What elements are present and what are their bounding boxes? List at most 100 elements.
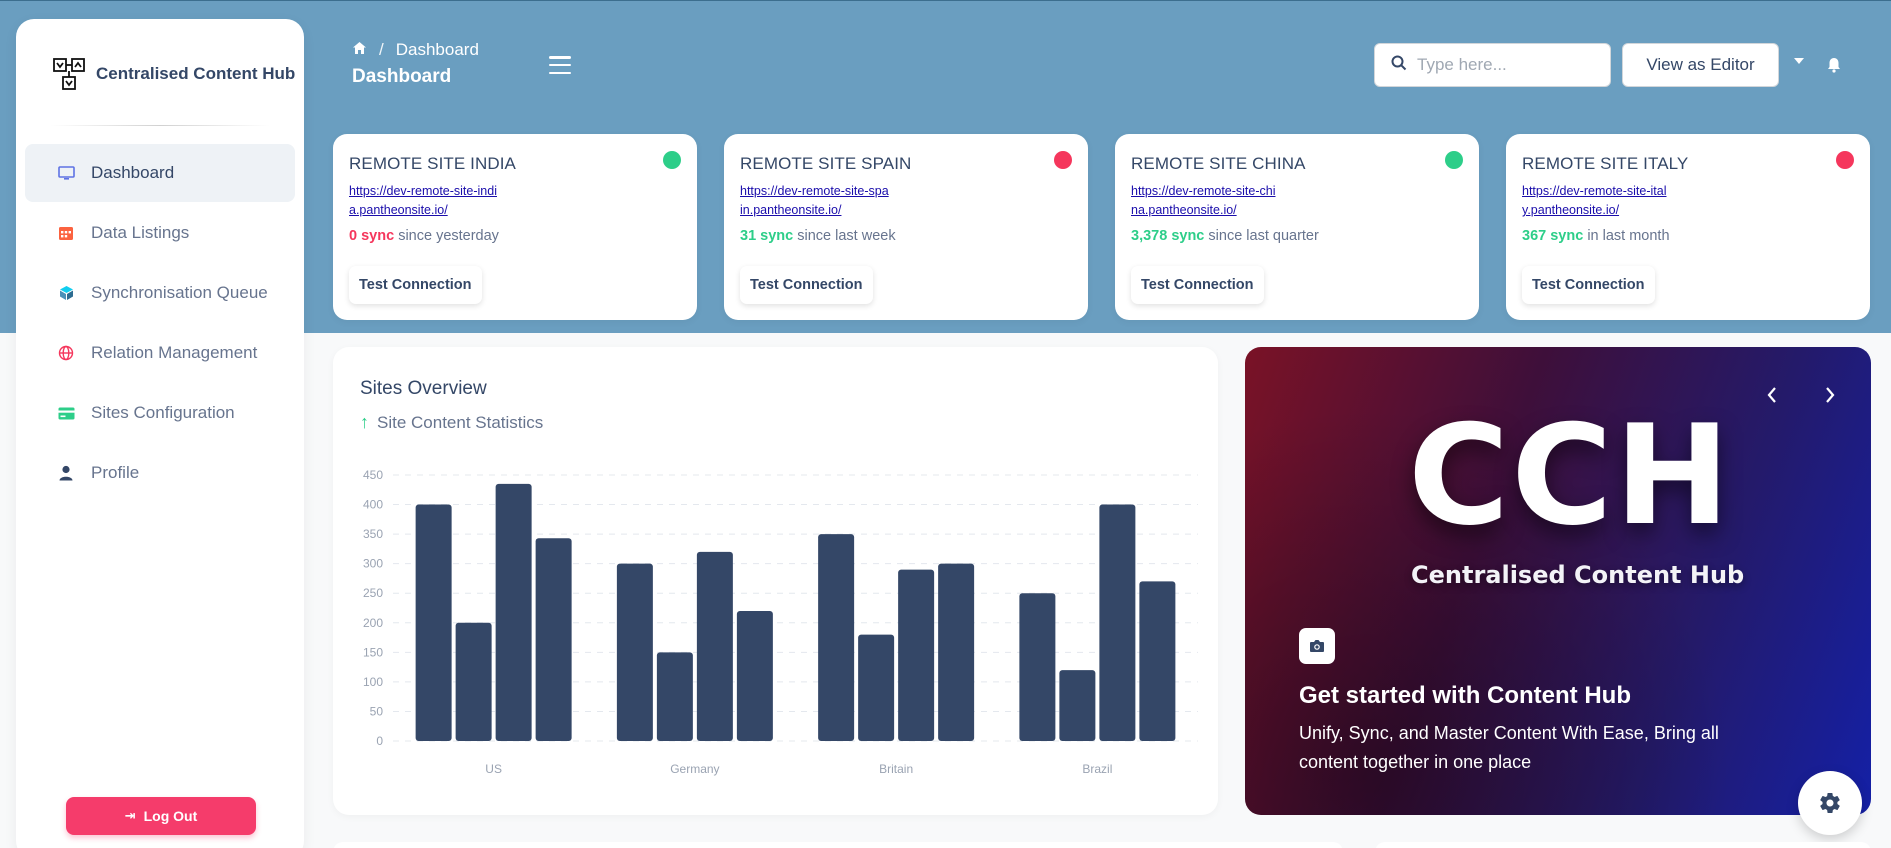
site-url-link[interactable]: https://dev-remote-site-china.pantheonsi… — [1131, 182, 1281, 220]
site-url-link[interactable]: https://dev-remote-site-italy.pantheonsi… — [1522, 182, 1672, 220]
sites-overview-card: Sites Overview ↑ Site Content Statistics… — [333, 347, 1218, 815]
test-connection-button[interactable]: Test Connection — [1131, 266, 1264, 304]
y-tick-label: 250 — [363, 586, 383, 600]
sync-stat: 0 sync since yesterday — [349, 228, 681, 244]
sync-stat: 3,378 sync since last quarter — [1131, 228, 1463, 244]
sidebar-item-label: Dashboard — [91, 163, 175, 182]
test-connection-button[interactable]: Test Connection — [1522, 266, 1655, 304]
sidebar-item-profile[interactable]: Profile — [25, 444, 295, 502]
sidebar-item-data-listings[interactable]: Data Listings — [25, 204, 295, 262]
chart-bar — [898, 569, 935, 741]
y-tick-label: 50 — [370, 704, 384, 718]
chart-bar — [495, 483, 532, 741]
sidebar-item-label: Synchronisation Queue — [91, 283, 268, 302]
y-tick-label: 0 — [376, 734, 383, 748]
chart-bar — [818, 534, 855, 741]
x-tick-label: Brazil — [1082, 762, 1112, 776]
chart-bar — [858, 634, 895, 741]
logout-label: Log Out — [143, 808, 198, 824]
y-tick-label: 100 — [363, 675, 383, 689]
view-as-editor-button[interactable]: View as Editor — [1622, 43, 1779, 87]
site-title: REMOTE SITE CHINA — [1131, 154, 1306, 173]
status-indicator — [1836, 151, 1854, 169]
site-title: REMOTE SITE INDIA — [349, 154, 516, 173]
hero-logo-text: CCH — [1408, 395, 1733, 556]
menu-toggle-icon[interactable] — [549, 56, 571, 74]
sidebar-item-dashboard[interactable]: Dashboard — [25, 144, 295, 202]
chart-bar — [415, 504, 452, 741]
bell-icon[interactable] — [1827, 57, 1843, 75]
sync-period: since yesterday — [398, 228, 499, 244]
site-url-link[interactable]: https://dev-remote-site-spain.pantheonsi… — [740, 182, 890, 220]
sidebar-nav: Dashboard Data Listings Synchronisation … — [16, 144, 304, 502]
app-name: Centralised Content Hub — [96, 64, 296, 83]
sidebar-item-label: Profile — [91, 463, 140, 482]
monitor-icon — [57, 164, 75, 182]
chart-bar — [535, 538, 572, 741]
calendar-icon — [57, 224, 75, 242]
camera-icon — [1299, 628, 1335, 664]
test-connection-button[interactable]: Test Connection — [740, 266, 873, 304]
sync-period: since last week — [797, 228, 896, 244]
sidebar: Centralised Content Hub Dashboard Data L… — [16, 19, 304, 848]
x-tick-label: US — [485, 762, 502, 776]
lower-card — [333, 842, 1343, 848]
site-title: REMOTE SITE ITALY — [1522, 154, 1689, 173]
y-tick-label: 200 — [363, 616, 383, 630]
search-input[interactable] — [1417, 55, 1597, 75]
logout-button[interactable]: ⇥ Log Out — [66, 797, 256, 835]
settings-gear-icon[interactable] — [1798, 771, 1862, 835]
chart-bar — [656, 652, 693, 741]
sync-stat: 31 sync since last week — [740, 228, 1072, 244]
sync-stat: 367 sync in last month — [1522, 228, 1854, 244]
sidebar-item-label: Relation Management — [91, 343, 258, 362]
status-indicator — [663, 151, 681, 169]
y-tick-label: 300 — [363, 557, 383, 571]
chart-bar — [696, 551, 733, 741]
test-connection-button[interactable]: Test Connection — [349, 266, 482, 304]
sidebar-item-sites-configuration[interactable]: Sites Configuration — [25, 384, 295, 442]
chevron-down-icon[interactable] — [1794, 58, 1804, 64]
x-tick-label: Germany — [670, 762, 719, 776]
y-tick-label: 350 — [363, 527, 383, 541]
y-tick-label: 450 — [363, 468, 383, 482]
card-icon — [57, 404, 75, 422]
hero-logo-subtext: Centralised Content Hub — [1411, 561, 1745, 589]
chart-bar — [1099, 504, 1136, 741]
sync-period: in last month — [1587, 228, 1670, 244]
search-box — [1374, 43, 1611, 87]
breadcrumb: / Dashboard — [352, 40, 479, 60]
page-title: Dashboard — [352, 66, 452, 87]
sync-count: 3,378 sync — [1131, 228, 1205, 244]
status-indicator — [1054, 151, 1072, 169]
cube-icon — [57, 284, 75, 302]
chart-bar — [455, 622, 492, 741]
chart-bar — [1019, 593, 1056, 741]
chart-bar — [1139, 581, 1176, 741]
site-url-link[interactable]: https://dev-remote-site-india.pantheonsi… — [349, 182, 499, 220]
brand[interactable]: Centralised Content Hub — [16, 19, 304, 101]
sync-count: 0 sync — [349, 228, 395, 244]
carousel-prev-icon[interactable] — [1757, 380, 1787, 410]
globe-icon — [57, 344, 75, 362]
sidebar-item-label: Data Listings — [91, 223, 190, 242]
carousel-next-icon[interactable] — [1815, 380, 1845, 410]
status-indicator — [1445, 151, 1463, 169]
site-card-india: REMOTE SITE INDIA https://dev-remote-sit… — [333, 134, 697, 320]
y-tick-label: 400 — [363, 498, 383, 512]
home-icon[interactable] — [352, 40, 367, 60]
site-card-spain: REMOTE SITE SPAIN https://dev-remote-sit… — [724, 134, 1088, 320]
user-icon — [57, 464, 75, 482]
sidebar-item-relation-management[interactable]: Relation Management — [25, 324, 295, 382]
sync-count: 31 sync — [740, 228, 794, 244]
breadcrumb-separator: / — [379, 40, 384, 59]
search-icon — [1391, 55, 1407, 76]
sidebar-item-synchronisation-queue[interactable]: Synchronisation Queue — [25, 264, 295, 322]
sidebar-divider — [50, 125, 270, 126]
chart-bar — [736, 610, 773, 741]
hub-logo-icon — [53, 58, 85, 90]
logout-icon: ⇥ — [124, 808, 136, 823]
lower-card — [1375, 842, 1871, 848]
sync-period: since last quarter — [1208, 228, 1319, 244]
chart-bar — [938, 563, 975, 741]
